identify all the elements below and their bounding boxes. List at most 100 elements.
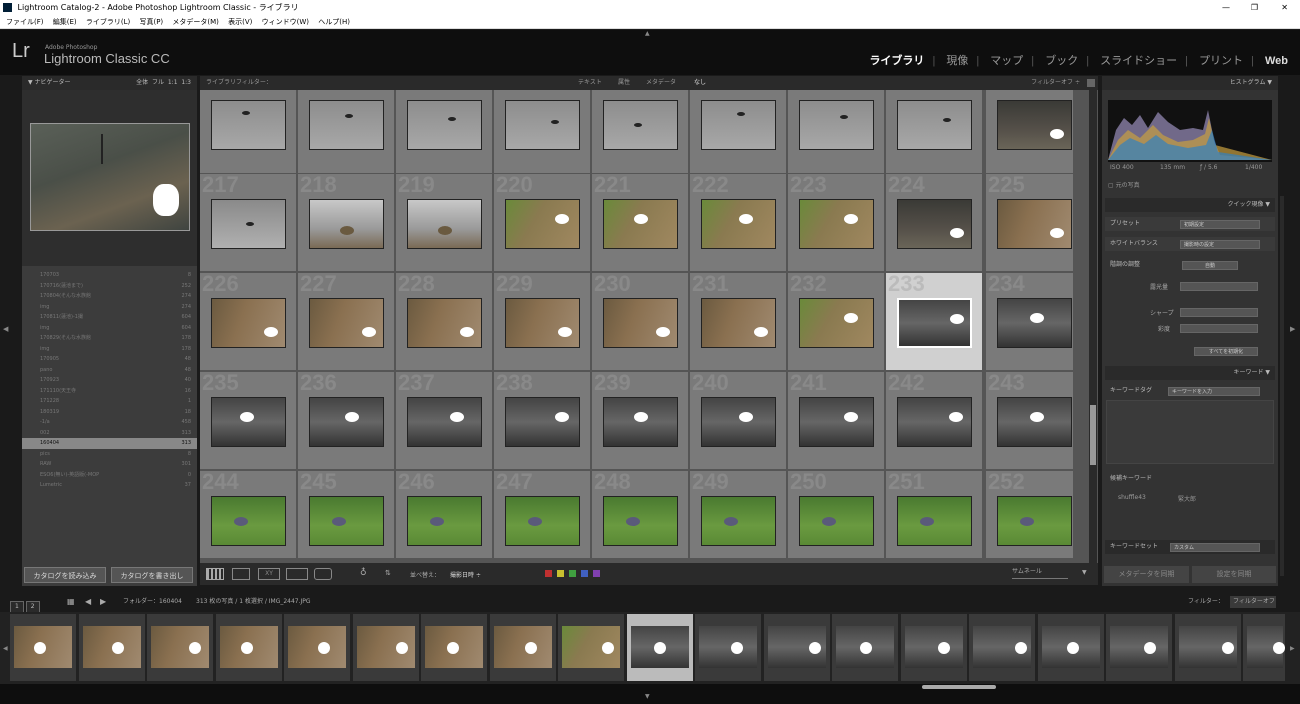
thumbnail-size-slider[interactable]: [1012, 578, 1068, 579]
module-book[interactable]: ブック: [1045, 55, 1078, 67]
filter-tab-metadata[interactable]: メタデータ: [646, 76, 676, 90]
folder-item[interactable]: 171228 1: [22, 396, 197, 407]
filmstrip-cell[interactable]: [215, 614, 282, 681]
people-view-icon[interactable]: [314, 568, 332, 580]
menu-edit[interactable]: 編集(E): [53, 15, 77, 29]
suggested-keyword[interactable]: 緊大郎: [1178, 494, 1196, 503]
grid-icon[interactable]: ▦: [67, 592, 75, 612]
filmstrip-cell[interactable]: [695, 614, 761, 681]
grid-cell[interactable]: [200, 90, 297, 174]
auto-tone-button[interactable]: 自動: [1182, 261, 1238, 270]
maximize-icon[interactable]: ❐: [1251, 0, 1258, 15]
histogram-header[interactable]: ヒストグラム ▼: [1102, 76, 1278, 90]
filmstrip-cell[interactable]: [147, 614, 213, 681]
filmstrip-cell[interactable]: [1037, 614, 1104, 681]
module-web[interactable]: Web: [1265, 55, 1288, 67]
filmstrip-cell[interactable]: [832, 614, 898, 681]
grid-cell[interactable]: 251: [886, 471, 983, 559]
back-arrow-icon[interactable]: ◀: [85, 592, 91, 612]
module-slideshow[interactable]: スライドショー: [1100, 55, 1177, 67]
module-print[interactable]: プリント: [1199, 55, 1243, 67]
collapse-top-arrow-icon[interactable]: ▲: [645, 30, 650, 37]
filmstrip-cell[interactable]: [489, 614, 556, 681]
close-icon[interactable]: ✕: [1281, 0, 1288, 15]
folder-item[interactable]: 171110(天王寺 16: [22, 386, 197, 397]
grid-cell[interactable]: 227: [298, 273, 395, 371]
folder-item[interactable]: img 274: [22, 302, 197, 313]
sync-settings-button[interactable]: 設定を同期: [1192, 566, 1276, 583]
filmstrip-scroll-thumb[interactable]: [922, 685, 996, 689]
filmstrip-cell[interactable]: [1174, 614, 1241, 681]
filmstrip-cell[interactable]: [78, 614, 145, 681]
keyword-input-area[interactable]: [1106, 400, 1274, 464]
grid-cell[interactable]: 245: [298, 471, 395, 559]
folder-item[interactable]: img 604: [22, 323, 197, 334]
collapse-left-arrow-icon[interactable]: ◀: [3, 325, 8, 333]
filmstrip-cell[interactable]: [763, 614, 830, 681]
folder-item[interactable]: pics 8: [22, 449, 197, 460]
grid-cell[interactable]: 236: [298, 372, 395, 470]
color-label-green[interactable]: [569, 570, 576, 577]
menu-help[interactable]: ヘルプ(H): [318, 15, 350, 29]
collapse-right-arrow-icon[interactable]: ▶: [1290, 325, 1295, 333]
filter-preset[interactable]: フィルターオフ ÷: [1031, 76, 1080, 90]
grid-cell[interactable]: 250: [788, 471, 885, 559]
grid-cell[interactable]: 219: [396, 174, 493, 272]
zoom-fit[interactable]: 全体: [136, 79, 148, 86]
menu-photo[interactable]: 写真(P): [139, 15, 163, 29]
grid-cell[interactable]: 234: [986, 273, 1074, 371]
grid-cell[interactable]: 226: [200, 273, 297, 371]
filmstrip-cell[interactable]: [626, 614, 693, 681]
keyword-tags-select[interactable]: キーワードを入力: [1168, 387, 1260, 396]
grid-cell[interactable]: 217: [200, 174, 297, 272]
grid-cell[interactable]: 232: [788, 273, 885, 371]
folder-item[interactable]: ESO6(無い)-英語版(-MOP 0: [22, 470, 197, 481]
grid-cell[interactable]: 244: [200, 471, 297, 559]
folder-item[interactable]: 170703 8: [22, 270, 197, 281]
grid-cell[interactable]: 241: [788, 372, 885, 470]
grid-cell[interactable]: 247: [494, 471, 591, 559]
color-label-blue[interactable]: [581, 570, 588, 577]
minimize-icon[interactable]: —: [1222, 0, 1230, 15]
export-catalog-button[interactable]: カタログを書き出し: [111, 567, 193, 583]
loupe-view-icon[interactable]: [232, 568, 250, 580]
quick-develop-header[interactable]: クイック現像 ▼: [1105, 198, 1275, 212]
original-photo-checkbox[interactable]: ▢ 元の写真: [1108, 180, 1140, 189]
grid-cell[interactable]: [592, 90, 689, 174]
folder-item[interactable]: 160404 313: [22, 438, 197, 449]
filmstrip-cell[interactable]: [900, 614, 967, 681]
folder-item[interactable]: 170923 40: [22, 375, 197, 386]
filmstrip-filter-select[interactable]: フィルターオフ: [1230, 596, 1276, 608]
filmstrip-cell[interactable]: [1106, 614, 1172, 681]
folder-item[interactable]: RAW 301: [22, 459, 197, 470]
filter-tab-text[interactable]: テキスト: [578, 76, 602, 90]
color-label-red[interactable]: [545, 570, 552, 577]
menu-file[interactable]: ファイル(F): [6, 15, 44, 29]
menu-window[interactable]: ウィンドウ(W): [262, 15, 309, 29]
sync-metadata-button[interactable]: メタデータを同期: [1104, 566, 1189, 583]
color-label-purple[interactable]: [593, 570, 600, 577]
grid-cell[interactable]: 230: [592, 273, 689, 371]
grid-cell[interactable]: 222: [690, 174, 787, 272]
menu-library[interactable]: ライブラリ(L): [86, 15, 130, 29]
grid-cell[interactable]: [298, 90, 395, 174]
grid-view-icon[interactable]: [206, 568, 224, 580]
filmstrip-cell[interactable]: [558, 614, 624, 681]
folder-item[interactable]: 180319 18: [22, 407, 197, 418]
preset-select[interactable]: 初期設定: [1180, 220, 1260, 229]
filmstrip-cell[interactable]: [10, 614, 76, 681]
grid-cell[interactable]: 218: [298, 174, 395, 272]
filmstrip-cell[interactable]: [421, 614, 487, 681]
filmstrip-cell[interactable]: [969, 614, 1035, 681]
folder-item[interactable]: pano 48: [22, 365, 197, 376]
collapse-right-arrow-icon[interactable]: ▶: [1290, 645, 1295, 652]
grid-cell[interactable]: 240: [690, 372, 787, 470]
folder-item[interactable]: -1/a 458: [22, 417, 197, 428]
grid-cell[interactable]: [986, 90, 1074, 174]
menu-view[interactable]: 表示(V): [228, 15, 252, 29]
grid-cell[interactable]: 242: [886, 372, 983, 470]
folder-item[interactable]: img 178: [22, 344, 197, 355]
white-balance-select[interactable]: 撮影時の設定: [1180, 240, 1260, 249]
zoom-1-3[interactable]: 1:3: [181, 79, 191, 86]
grid-cell[interactable]: 223: [788, 174, 885, 272]
